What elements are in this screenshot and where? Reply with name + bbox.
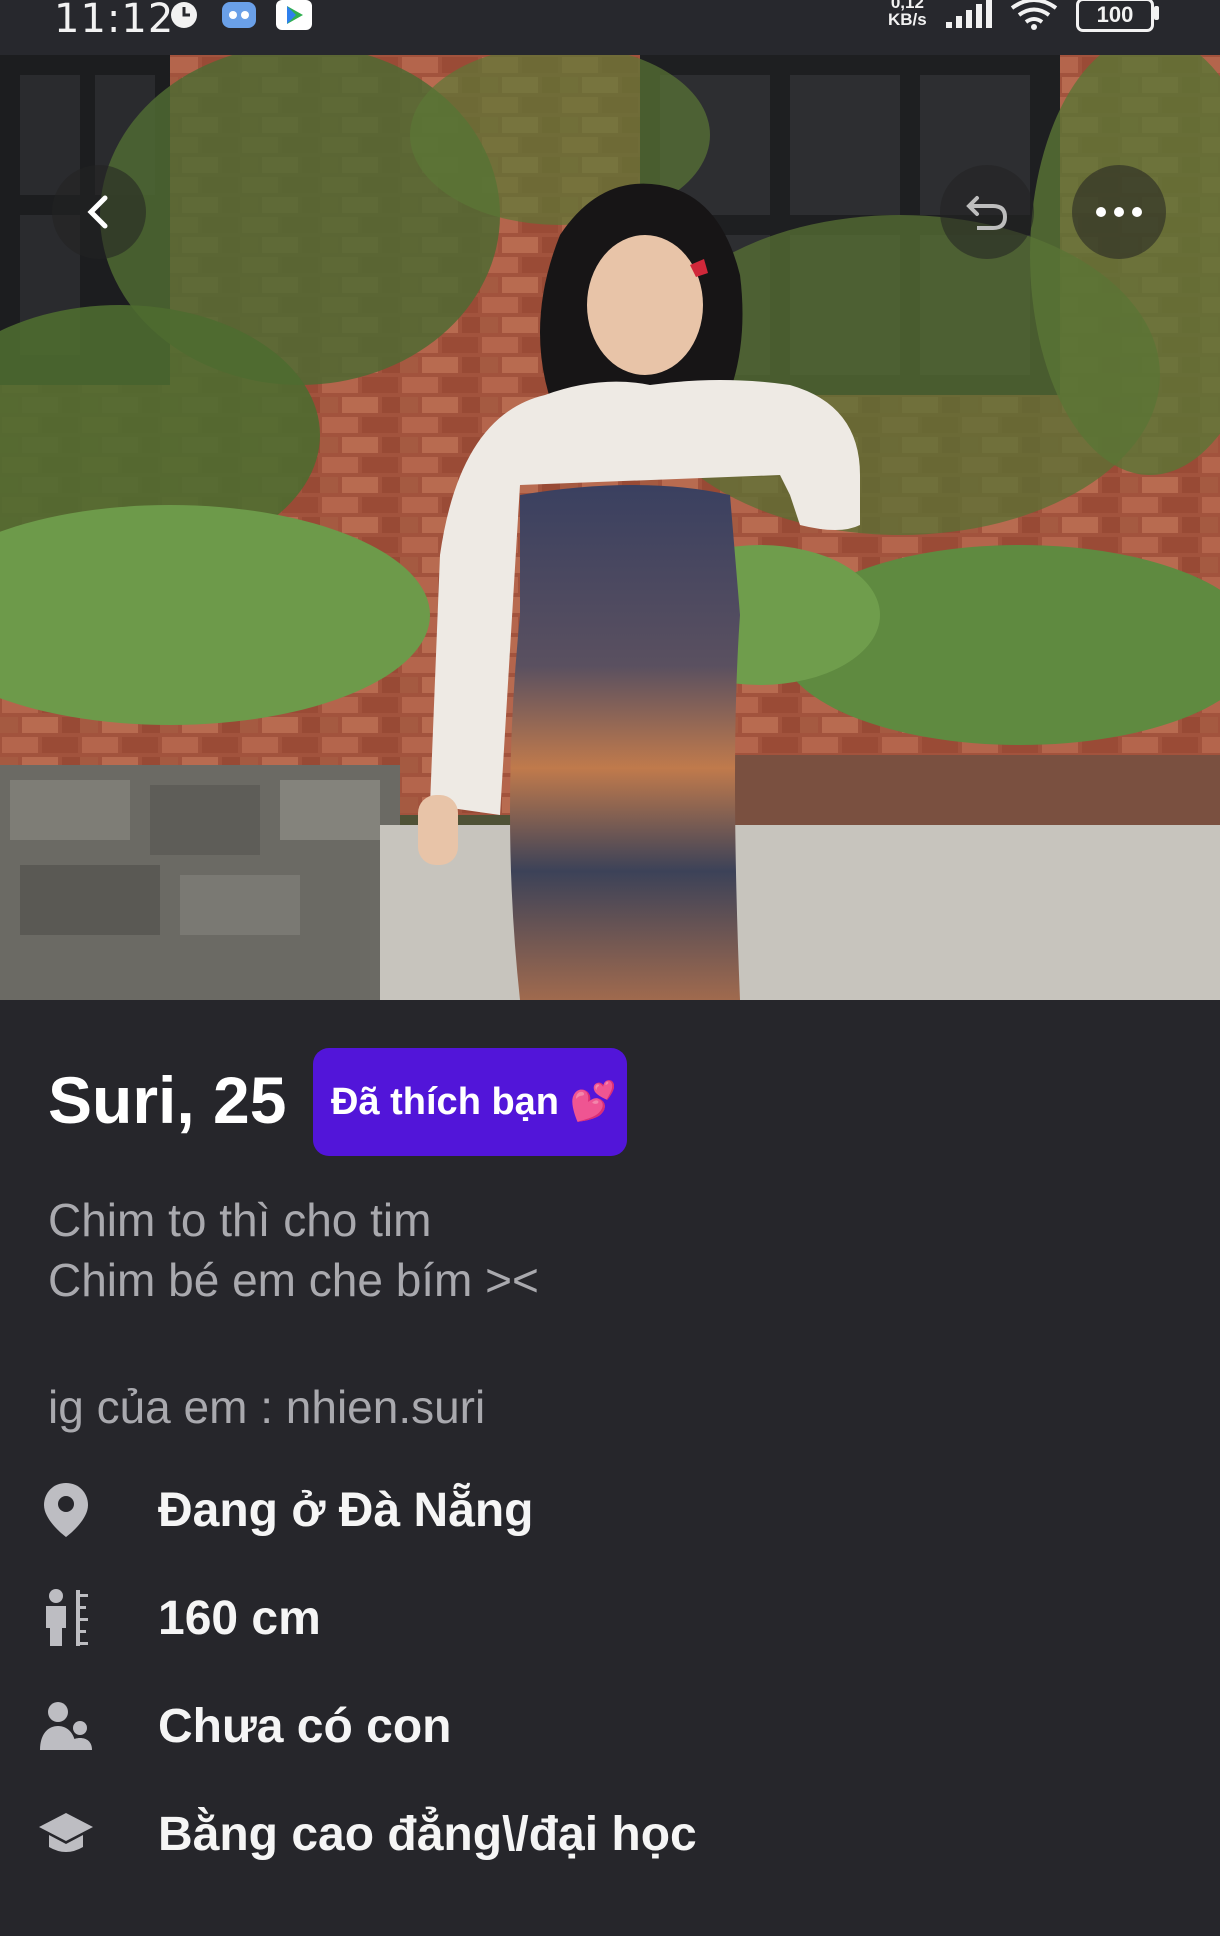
network-speed: 0,12 KB/s [888,0,927,28]
more-icon [1096,207,1142,217]
children-icon [40,1702,92,1750]
net-speed-unit: KB/s [888,10,927,29]
detail-height: 160 cm [36,1578,1136,1658]
instagram-handle: ig của em : nhien.suri [48,1381,486,1433]
detail-label: 160 cm [158,1591,321,1645]
detail-label: Bằng cao đẳng\/đại học [158,1807,697,1861]
battery-tip [1154,6,1159,20]
photo-illustration [0,55,1220,1000]
detail-label: Chưa có con [158,1699,452,1753]
detail-education: Bằng cao đẳng\/đại học [36,1794,1136,1874]
signal-icon [946,0,992,28]
back-icon [87,195,108,229]
height-icon [46,1589,88,1646]
app-notification-icon [222,2,256,28]
play-store-icon [276,0,312,30]
back-button[interactable] [52,165,146,259]
education-icon [39,1813,93,1852]
liked-you-badge: Đã thích bạn 💕 [313,1048,627,1156]
clock: 11:12 [54,0,175,42]
undo-button[interactable] [940,165,1034,259]
detail-label: Đang ở Đà Nẵng [158,1483,534,1537]
bio-line-2: Chim bé em che bím >< [48,1254,539,1306]
profile-details: Suri, 25 Đã thích bạn 💕 Chim to thì cho … [0,1000,1220,1936]
more-options-button[interactable] [1072,165,1166,259]
battery-level: 100 [1096,2,1134,27]
name-age: Suri, 25 [48,1063,287,1137]
status-bar: 11:12 0,12 KB/s 100 [0,0,1220,55]
wifi-icon [1010,0,1058,30]
undo-icon [966,196,1008,230]
profile-photo[interactable] [0,55,1220,1000]
battery-icon: 100 [1076,0,1154,32]
bio-line-1: Chim to thì cho tim [48,1194,432,1246]
alarm-icon [171,2,197,28]
detail-children: Chưa có con [36,1686,1136,1766]
detail-location: Đang ở Đà Nẵng [36,1470,1136,1550]
bio: Chim to thì cho tim Chim bé em che bím >… [48,1190,539,1310]
location-pin-icon [44,1483,88,1537]
